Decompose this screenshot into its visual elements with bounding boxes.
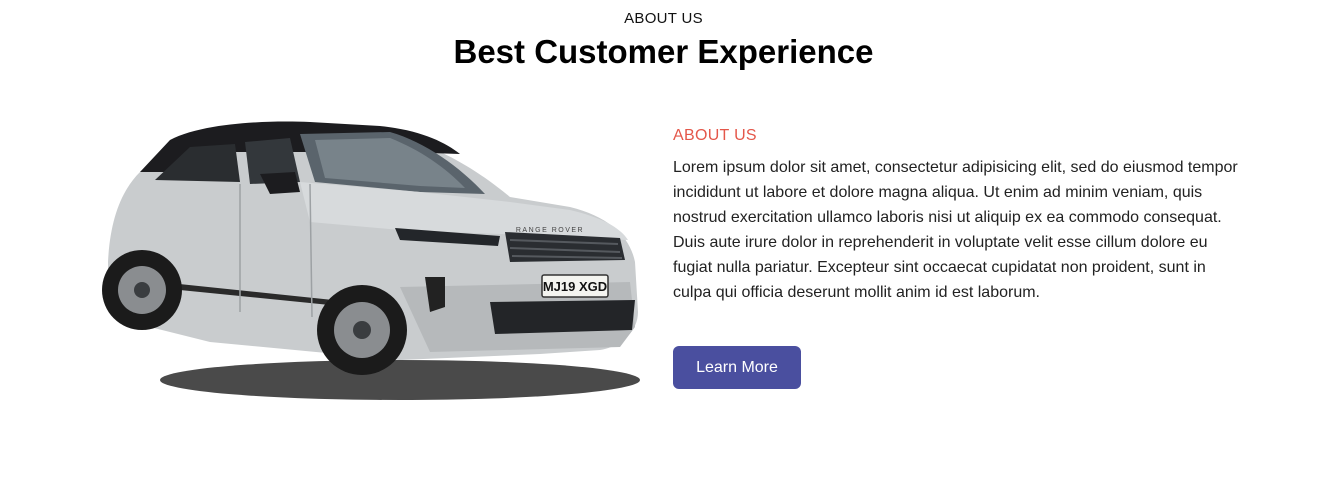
section-title: Best Customer Experience (453, 33, 874, 70)
about-content: ABOUT US Lorem ipsum dolor sit amet, con… (673, 127, 1248, 305)
section-eyebrow: ABOUT US (624, 10, 703, 27)
car-image: MJ19 XGD RANGE ROVER (100, 112, 645, 407)
learn-more-button[interactable]: Learn More (673, 346, 801, 389)
about-paragraph: Lorem ipsum dolor sit amet, consectetur … (673, 159, 1238, 301)
about-eyebrow: ABOUT US (673, 127, 757, 144)
grille-badge: RANGE ROVER (516, 227, 584, 234)
license-plate: MJ19 XGD (543, 279, 607, 294)
